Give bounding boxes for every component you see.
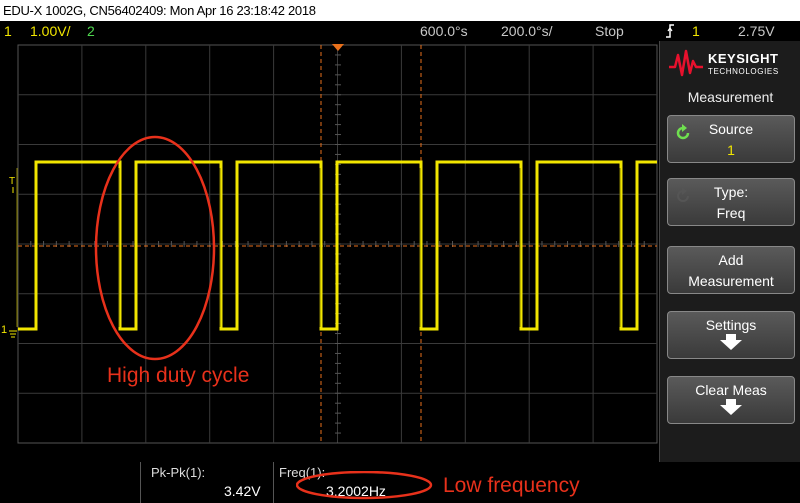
measurement-label: Measurement xyxy=(688,273,774,289)
time-scale[interactable]: 600.0°s xyxy=(420,21,468,41)
title-bar: EDU-X 1002G, CN56402409: Mon Apr 16 23:1… xyxy=(0,0,800,21)
brand-subtitle: TECHNOLOGIES xyxy=(708,67,779,76)
settings-label: Settings xyxy=(705,317,757,333)
keysight-wave-icon xyxy=(669,49,703,77)
frequency-annotation: Low frequency xyxy=(443,474,580,497)
brand-name: KEYSIGHT xyxy=(708,51,779,66)
measurement-bar: Pk-Pk(1): 3.42V Freq(1): 3.2002Hz Low fr… xyxy=(0,462,800,503)
settings-softkey[interactable]: Settings xyxy=(667,311,795,359)
frequency-highlight-ellipse xyxy=(296,471,433,500)
menu-title: Measurement xyxy=(687,89,774,105)
clear-meas-label: Clear Meas xyxy=(695,382,767,398)
status-bar: 1 1.00V/ 2 600.0°s 200.0°s/ Stop 1 2.75V xyxy=(0,21,800,41)
down-arrow-icon xyxy=(720,399,742,415)
channel1-number[interactable]: 1 xyxy=(4,21,12,41)
trigger-level-marker: T xyxy=(9,176,15,187)
pk-pk-label: Pk-Pk(1): xyxy=(151,465,206,480)
run-state[interactable]: Stop xyxy=(595,21,624,41)
channel1-ground-marker: 1 xyxy=(1,324,7,336)
trigger-source[interactable]: 1 xyxy=(692,21,700,41)
duty-cycle-annotation: High duty cycle xyxy=(107,364,250,387)
waveform-display[interactable]: T 1 xyxy=(0,41,659,462)
source-label: Source xyxy=(708,121,754,137)
keysight-logo: KEYSIGHT TECHNOLOGIES xyxy=(668,47,798,83)
channel1-scale[interactable]: 1.00V/ xyxy=(30,21,70,41)
pk-pk-measurement[interactable]: Pk-Pk(1): 3.42V xyxy=(140,462,274,503)
type-label: Type: xyxy=(713,184,749,200)
time-delay[interactable]: 200.0°s/ xyxy=(501,21,553,41)
clear-meas-softkey[interactable]: Clear Meas xyxy=(667,376,795,424)
source-softkey[interactable]: Source 1 xyxy=(667,115,795,163)
source-value: 1 xyxy=(727,142,735,158)
down-arrow-icon xyxy=(720,334,742,350)
channel2-number[interactable]: 2 xyxy=(87,21,95,41)
add-label: Add xyxy=(718,252,744,268)
softkey-panel: KEYSIGHT TECHNOLOGIES Measurement Source… xyxy=(659,41,800,462)
add-measurement-softkey[interactable]: Add Measurement xyxy=(667,246,795,294)
type-value: Freq xyxy=(716,205,746,221)
type-softkey[interactable]: Type: Freq xyxy=(667,178,795,226)
trigger-level[interactable]: 2.75V xyxy=(738,21,775,41)
pk-pk-value: 3.42V xyxy=(224,483,261,499)
